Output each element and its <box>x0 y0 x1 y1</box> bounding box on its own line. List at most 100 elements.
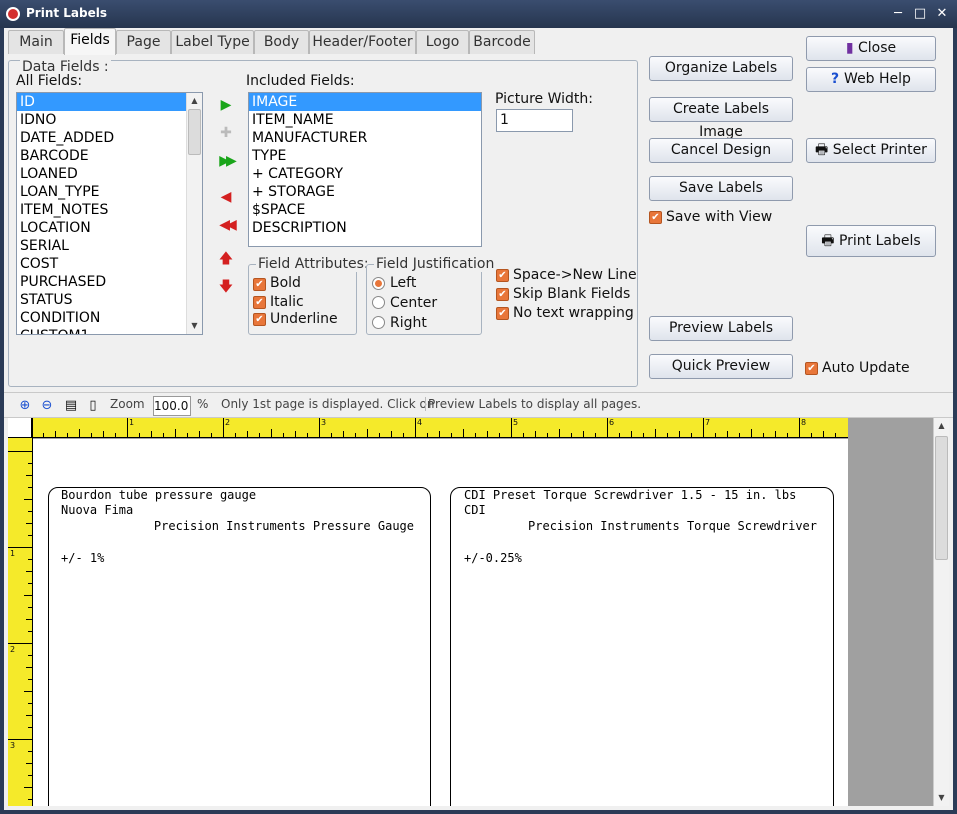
ruler-tick <box>235 433 236 437</box>
tab-header-footer[interactable]: Header/Footer <box>309 30 416 54</box>
all-fields-item[interactable]: PURCHASED <box>17 273 202 291</box>
included-field-item[interactable]: MANUFACTURER <box>249 129 481 147</box>
ruler-tick <box>811 433 812 437</box>
close-window-button[interactable]: ✕ <box>934 6 950 22</box>
included-field-item[interactable]: DESCRIPTION <box>249 219 481 237</box>
all-fields-item[interactable]: CONDITION <box>17 309 202 327</box>
add-all-fields-icon[interactable]: ▶▶ <box>214 150 238 172</box>
all-fields-item[interactable]: LOCATION <box>17 219 202 237</box>
tab-barcode[interactable]: Barcode <box>469 30 535 54</box>
included-field-item[interactable]: TYPE <box>249 147 481 165</box>
full-page-icon[interactable]: ▯ <box>84 397 102 415</box>
zoom-input[interactable]: 100.0 <box>153 396 191 416</box>
tab-body[interactable]: Body <box>254 30 309 54</box>
ruler-tick <box>787 433 788 437</box>
preview-scroll-down-icon[interactable]: ▼ <box>934 790 949 806</box>
included-field-item[interactable]: ITEM_NAME <box>249 111 481 129</box>
zoom-in-icon[interactable]: ⊕ <box>16 397 34 415</box>
ruler-tick <box>259 433 260 437</box>
label-line: CDI Preset Torque Screwdriver 1.5 - 15 i… <box>464 488 797 502</box>
print-labels-button[interactable]: 🖶 Print Labels <box>806 225 936 257</box>
all-fields-item[interactable]: LOANED <box>17 165 202 183</box>
skip-blank-checkbox[interactable]: ✔ <box>496 288 509 301</box>
minimize-button[interactable]: ─ <box>890 6 906 22</box>
included-field-item[interactable]: + STORAGE <box>249 183 481 201</box>
tab-main[interactable]: Main <box>8 30 64 54</box>
tab-label-type[interactable]: Label Type <box>171 30 254 54</box>
all-fields-item[interactable]: DATE_ADDED <box>17 129 202 147</box>
info-message-2: Preview Labels to display all pages. <box>425 397 641 411</box>
add-plus-icon[interactable]: ✚ <box>214 122 238 144</box>
tab-page[interactable]: Page <box>116 30 171 54</box>
all-fields-item[interactable]: COST <box>17 255 202 273</box>
dialog-client: Main Fields Page Label Type Body Header/… <box>4 28 953 810</box>
web-help-button[interactable]: ? Web Help <box>806 67 936 92</box>
all-fields-item[interactable]: CUSTOM1 <box>17 327 202 334</box>
auto-update-checkbox[interactable]: ✔ <box>805 362 818 375</box>
preview-scroll-thumb[interactable] <box>935 436 948 560</box>
organize-labels-button[interactable]: Organize Labels <box>649 56 793 81</box>
picture-width-input[interactable]: 1 <box>496 109 573 132</box>
remove-field-icon[interactable]: ◀ <box>214 186 238 208</box>
preview-labels-button[interactable]: Preview Labels <box>649 316 793 341</box>
label-line: +/- 1% <box>61 551 105 565</box>
included-field-item[interactable]: IMAGE <box>249 93 481 111</box>
included-fields-list[interactable]: IMAGE ITEM_NAME MANUFACTURER TYPE + CATEGORY… <box>248 92 482 247</box>
create-labels-image-button[interactable]: Create Labels Image <box>649 97 793 140</box>
cancel-design-button[interactable]: Cancel Design <box>649 138 793 163</box>
maximize-button[interactable]: □ <box>912 6 928 22</box>
all-fields-item[interactable]: IDNO <box>17 111 202 129</box>
all-fields-list[interactable]: ID IDNO DATE_ADDED BARCODE LOANED LOAN_TYPE IT… <box>16 92 203 335</box>
all-fields-scrollbar[interactable]: ▲ ▼ <box>186 93 202 334</box>
print-icon: 🖶 <box>821 233 839 249</box>
scroll-down-icon[interactable]: ▼ <box>187 318 202 334</box>
all-fields-item[interactable]: STATUS <box>17 291 202 309</box>
scroll-thumb[interactable] <box>188 109 201 155</box>
save-with-view-checkbox[interactable]: ✔ <box>649 211 662 224</box>
save-labels-button[interactable]: Save Labels <box>649 176 793 201</box>
add-field-icon[interactable]: ▶ <box>214 94 238 116</box>
move-down-icon[interactable]: 🡇 <box>214 276 238 298</box>
ruler-label: 8 <box>801 418 807 427</box>
preview-scrollbar[interactable]: ▲ ▼ <box>933 418 949 806</box>
preview-scroll-up-icon[interactable]: ▲ <box>934 418 949 434</box>
all-fields-item[interactable]: ITEM_NOTES <box>17 201 202 219</box>
justify-center-radio[interactable] <box>372 296 385 309</box>
justify-right-radio[interactable] <box>372 316 385 329</box>
select-printer-button[interactable]: 🖶 Select Printer <box>806 138 936 163</box>
ruler-tick <box>139 433 140 437</box>
ruler-label: 5 <box>513 418 519 427</box>
ruler-tick <box>31 418 32 437</box>
bold-checkbox[interactable]: ✔ <box>253 278 266 291</box>
tab-logo[interactable]: Logo <box>416 30 469 54</box>
ruler-tick <box>247 431 248 437</box>
no-wrap-label: No text wrapping <box>513 305 634 321</box>
tab-fields[interactable]: Fields <box>64 28 116 55</box>
included-field-item[interactable]: + CATEGORY <box>249 165 481 183</box>
move-up-icon[interactable]: 🡅 <box>214 248 238 270</box>
ruler-tick <box>475 433 476 437</box>
all-fields-item[interactable]: BARCODE <box>17 147 202 165</box>
scroll-up-icon[interactable]: ▲ <box>187 93 202 109</box>
quick-preview-button[interactable]: Quick Preview <box>649 354 793 379</box>
ruler-tick <box>619 433 620 437</box>
ruler-tick <box>427 433 428 437</box>
no-wrap-checkbox[interactable]: ✔ <box>496 307 509 320</box>
italic-checkbox[interactable]: ✔ <box>253 296 266 309</box>
vertical-ruler: 1 2 3 <box>8 438 33 806</box>
zoom-out-icon[interactable]: ⊖ <box>38 397 56 415</box>
included-field-item[interactable]: $SPACE <box>249 201 481 219</box>
page-width-icon[interactable]: ▤ <box>62 397 80 415</box>
space-new-line-checkbox[interactable]: ✔ <box>496 269 509 282</box>
ruler-tick <box>55 431 56 437</box>
all-fields-item[interactable]: SERIAL <box>17 237 202 255</box>
all-fields-item[interactable]: ID <box>17 93 202 111</box>
label-card-1: Bourdon tube pressure gauge Nuova Fima P… <box>48 487 431 806</box>
remove-all-fields-icon[interactable]: ◀◀ <box>214 214 238 236</box>
ruler-tick <box>283 433 284 437</box>
close-button[interactable]: ▮ Close <box>806 36 936 61</box>
ruler-tick <box>8 547 32 548</box>
all-fields-item[interactable]: LOAN_TYPE <box>17 183 202 201</box>
justify-left-radio[interactable] <box>372 277 385 290</box>
underline-checkbox[interactable]: ✔ <box>253 313 266 326</box>
